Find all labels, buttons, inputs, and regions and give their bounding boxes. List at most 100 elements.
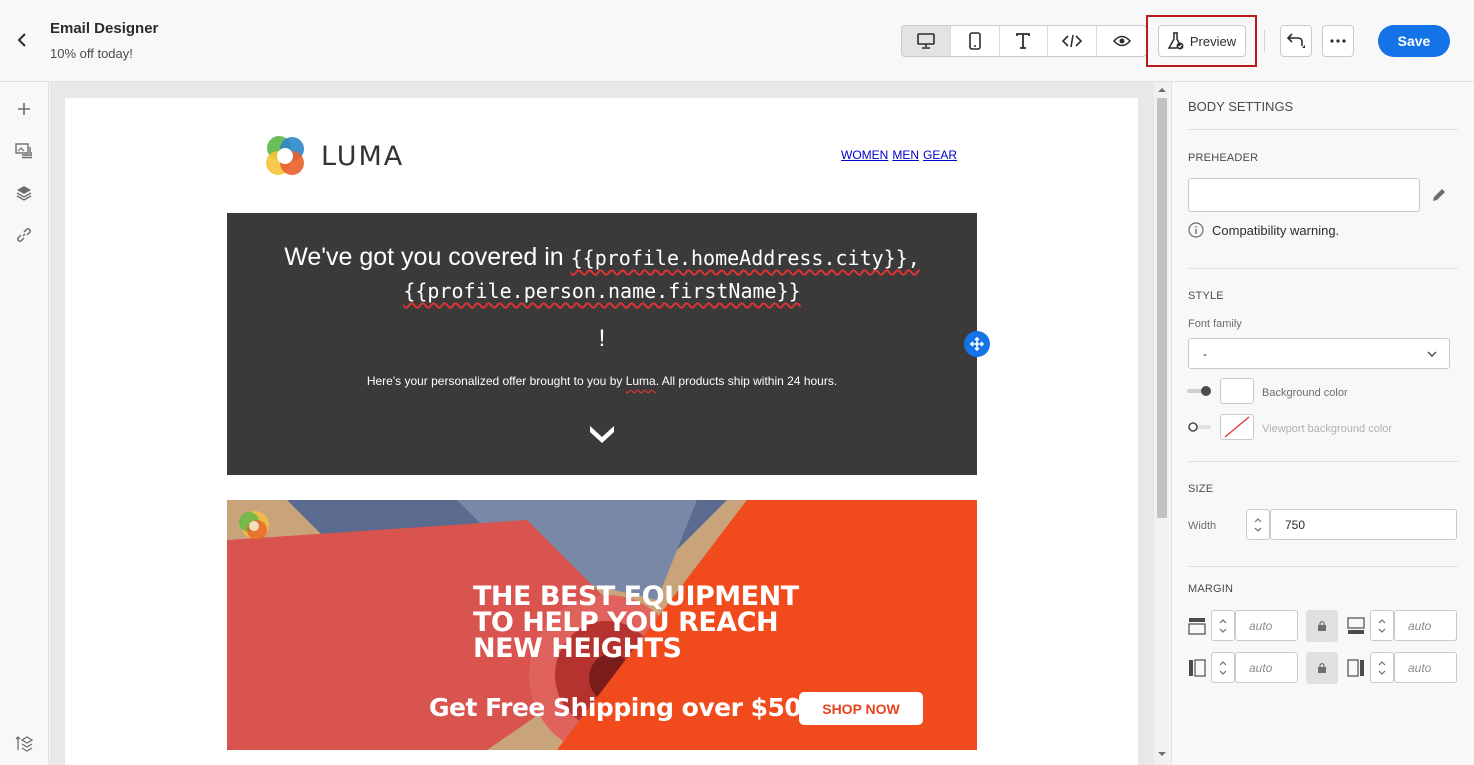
viewport-background-label: Viewport background color xyxy=(1262,423,1393,435)
width-label: Width xyxy=(1188,520,1217,532)
nav-link-women[interactable]: WOMEN xyxy=(841,148,888,162)
preview-eye-button[interactable] xyxy=(1097,26,1146,56)
width-input[interactable]: 750 xyxy=(1270,509,1457,540)
email-body[interactable]: LUMA WOMEN MEN GEAR We've got you covere… xyxy=(65,98,1138,765)
promo-banner[interactable]: THE BEST EQUIPMENT TO HELP YOU REACH NEW… xyxy=(227,500,977,750)
code-view-button[interactable] xyxy=(1048,26,1098,56)
chevron-down-icon xyxy=(1219,670,1227,675)
scroll-down-icon xyxy=(1158,752,1166,756)
links-button[interactable] xyxy=(14,225,34,245)
email-canvas: LUMA WOMEN MEN GEAR We've got you covere… xyxy=(50,82,1154,765)
banner-headline: THE BEST EQUIPMENT TO HELP YOU REACH NEW… xyxy=(473,583,799,664)
nav-link-gear[interactable]: GEAR xyxy=(923,148,957,162)
margin-horizontal-lock[interactable] xyxy=(1306,652,1338,684)
code-icon xyxy=(1062,34,1083,48)
margin-right-icon xyxy=(1347,659,1364,677)
add-components-button[interactable] xyxy=(14,99,34,119)
background-color-label: Background color xyxy=(1262,387,1348,399)
preheader-input[interactable] xyxy=(1188,178,1420,212)
firstname-personalization-token: {{profile.person.name.firstName}} xyxy=(403,279,801,303)
text-icon xyxy=(1016,33,1031,49)
margin-right-stepper[interactable] xyxy=(1370,652,1394,683)
panel-divider xyxy=(1188,461,1458,462)
banner-headline-line-3: NEW HEIGHTS xyxy=(473,633,682,664)
margin-vertical-lock[interactable] xyxy=(1306,610,1338,642)
viewport-background-swatch[interactable] xyxy=(1220,414,1254,440)
width-stepper[interactable] xyxy=(1246,509,1270,540)
chevron-up-icon xyxy=(1254,517,1262,522)
desktop-view-button[interactable] xyxy=(902,26,951,56)
margin-left-stepper[interactable] xyxy=(1211,652,1235,683)
margin-bottom-input[interactable]: auto xyxy=(1394,610,1457,641)
margin-top-icon xyxy=(1188,618,1206,635)
top-bar: Email Designer 10% off today! Preview Sa… xyxy=(0,0,1474,82)
undo-icon xyxy=(1286,33,1305,48)
shop-now-button[interactable]: SHOP NOW xyxy=(799,692,923,725)
style-label: STYLE xyxy=(1188,290,1224,302)
no-color-icon xyxy=(1224,416,1250,438)
margin-top-input[interactable]: auto xyxy=(1235,610,1298,641)
flask-check-icon xyxy=(1167,32,1184,50)
panel-divider xyxy=(1188,129,1458,130)
margin-left-input[interactable]: auto xyxy=(1235,652,1298,683)
hero-heading-line-2: {{profile.person.name.firstName}} xyxy=(227,279,977,303)
chevron-down-icon xyxy=(1427,351,1437,357)
font-family-select[interactable]: - xyxy=(1188,338,1450,369)
move-handle-button[interactable] xyxy=(964,331,990,357)
lock-icon xyxy=(1318,662,1326,673)
chevron-up-icon xyxy=(1219,618,1227,623)
undo-button[interactable] xyxy=(1280,25,1312,57)
info-icon xyxy=(1188,222,1204,238)
luma-logo-icon xyxy=(266,136,304,175)
move-icon xyxy=(970,337,984,351)
font-family-label: Font family xyxy=(1188,318,1242,330)
panel-title: BODY SETTINGS xyxy=(1188,99,1294,114)
save-button[interactable]: Save xyxy=(1378,25,1450,57)
background-color-toggle[interactable] xyxy=(1186,384,1212,403)
nav-link-men[interactable]: MEN xyxy=(892,148,919,162)
assets-icon xyxy=(15,143,32,159)
more-options-button[interactable] xyxy=(1322,25,1354,57)
view-mode-group xyxy=(901,25,1147,57)
hero-subtext-before: Here's your personalized offer brought t… xyxy=(366,374,626,388)
hero-subtext-brand: Luma xyxy=(625,374,656,388)
margin-right-input[interactable]: auto xyxy=(1394,652,1457,683)
hero-section[interactable]: We've got you covered in {{profile.homeA… xyxy=(227,213,977,475)
back-button[interactable] xyxy=(12,30,32,50)
margin-left-icon xyxy=(1189,659,1206,677)
history-button[interactable] xyxy=(14,734,34,754)
preheader-label: PREHEADER xyxy=(1188,152,1259,164)
margin-bottom-stepper[interactable] xyxy=(1370,610,1394,641)
layers-button[interactable] xyxy=(14,183,34,203)
mobile-icon xyxy=(968,32,981,50)
plus-icon xyxy=(18,103,30,115)
logo-text: LUMA xyxy=(321,140,405,172)
page-title: Email Designer xyxy=(50,20,159,37)
layers-icon xyxy=(16,186,32,201)
preview-button[interactable]: Preview xyxy=(1158,25,1246,57)
margin-label: MARGIN xyxy=(1188,583,1234,595)
viewport-background-toggle[interactable] xyxy=(1186,420,1212,439)
background-color-swatch[interactable] xyxy=(1220,378,1254,404)
assets-button[interactable] xyxy=(14,141,34,161)
toggle-on-icon xyxy=(1187,386,1211,396)
mobile-view-button[interactable] xyxy=(951,26,1000,56)
city-personalization-token: {{profile.homeAddress.city}}, xyxy=(570,246,920,270)
canvas-scrollbar[interactable] xyxy=(1154,82,1170,765)
hero-exclamation: ! xyxy=(598,325,606,352)
compatibility-warning-text: Compatibility warning. xyxy=(1212,222,1340,238)
chevron-left-icon xyxy=(17,33,26,47)
email-nav: WOMEN MEN GEAR xyxy=(841,148,957,162)
panel-divider xyxy=(1188,566,1458,567)
panel-divider xyxy=(1188,268,1458,269)
text-view-button[interactable] xyxy=(1000,26,1049,56)
scroll-thumb[interactable] xyxy=(1157,98,1167,518)
margin-top-stepper[interactable] xyxy=(1211,610,1235,641)
edit-preheader-button[interactable] xyxy=(1430,186,1448,209)
link-icon xyxy=(17,228,31,242)
lock-icon xyxy=(1318,620,1326,631)
scroll-up-icon xyxy=(1158,88,1166,92)
chevron-down-icon xyxy=(1378,670,1386,675)
chevron-down-icon xyxy=(590,426,614,443)
hero-heading-text: We've got you covered in xyxy=(284,243,571,271)
